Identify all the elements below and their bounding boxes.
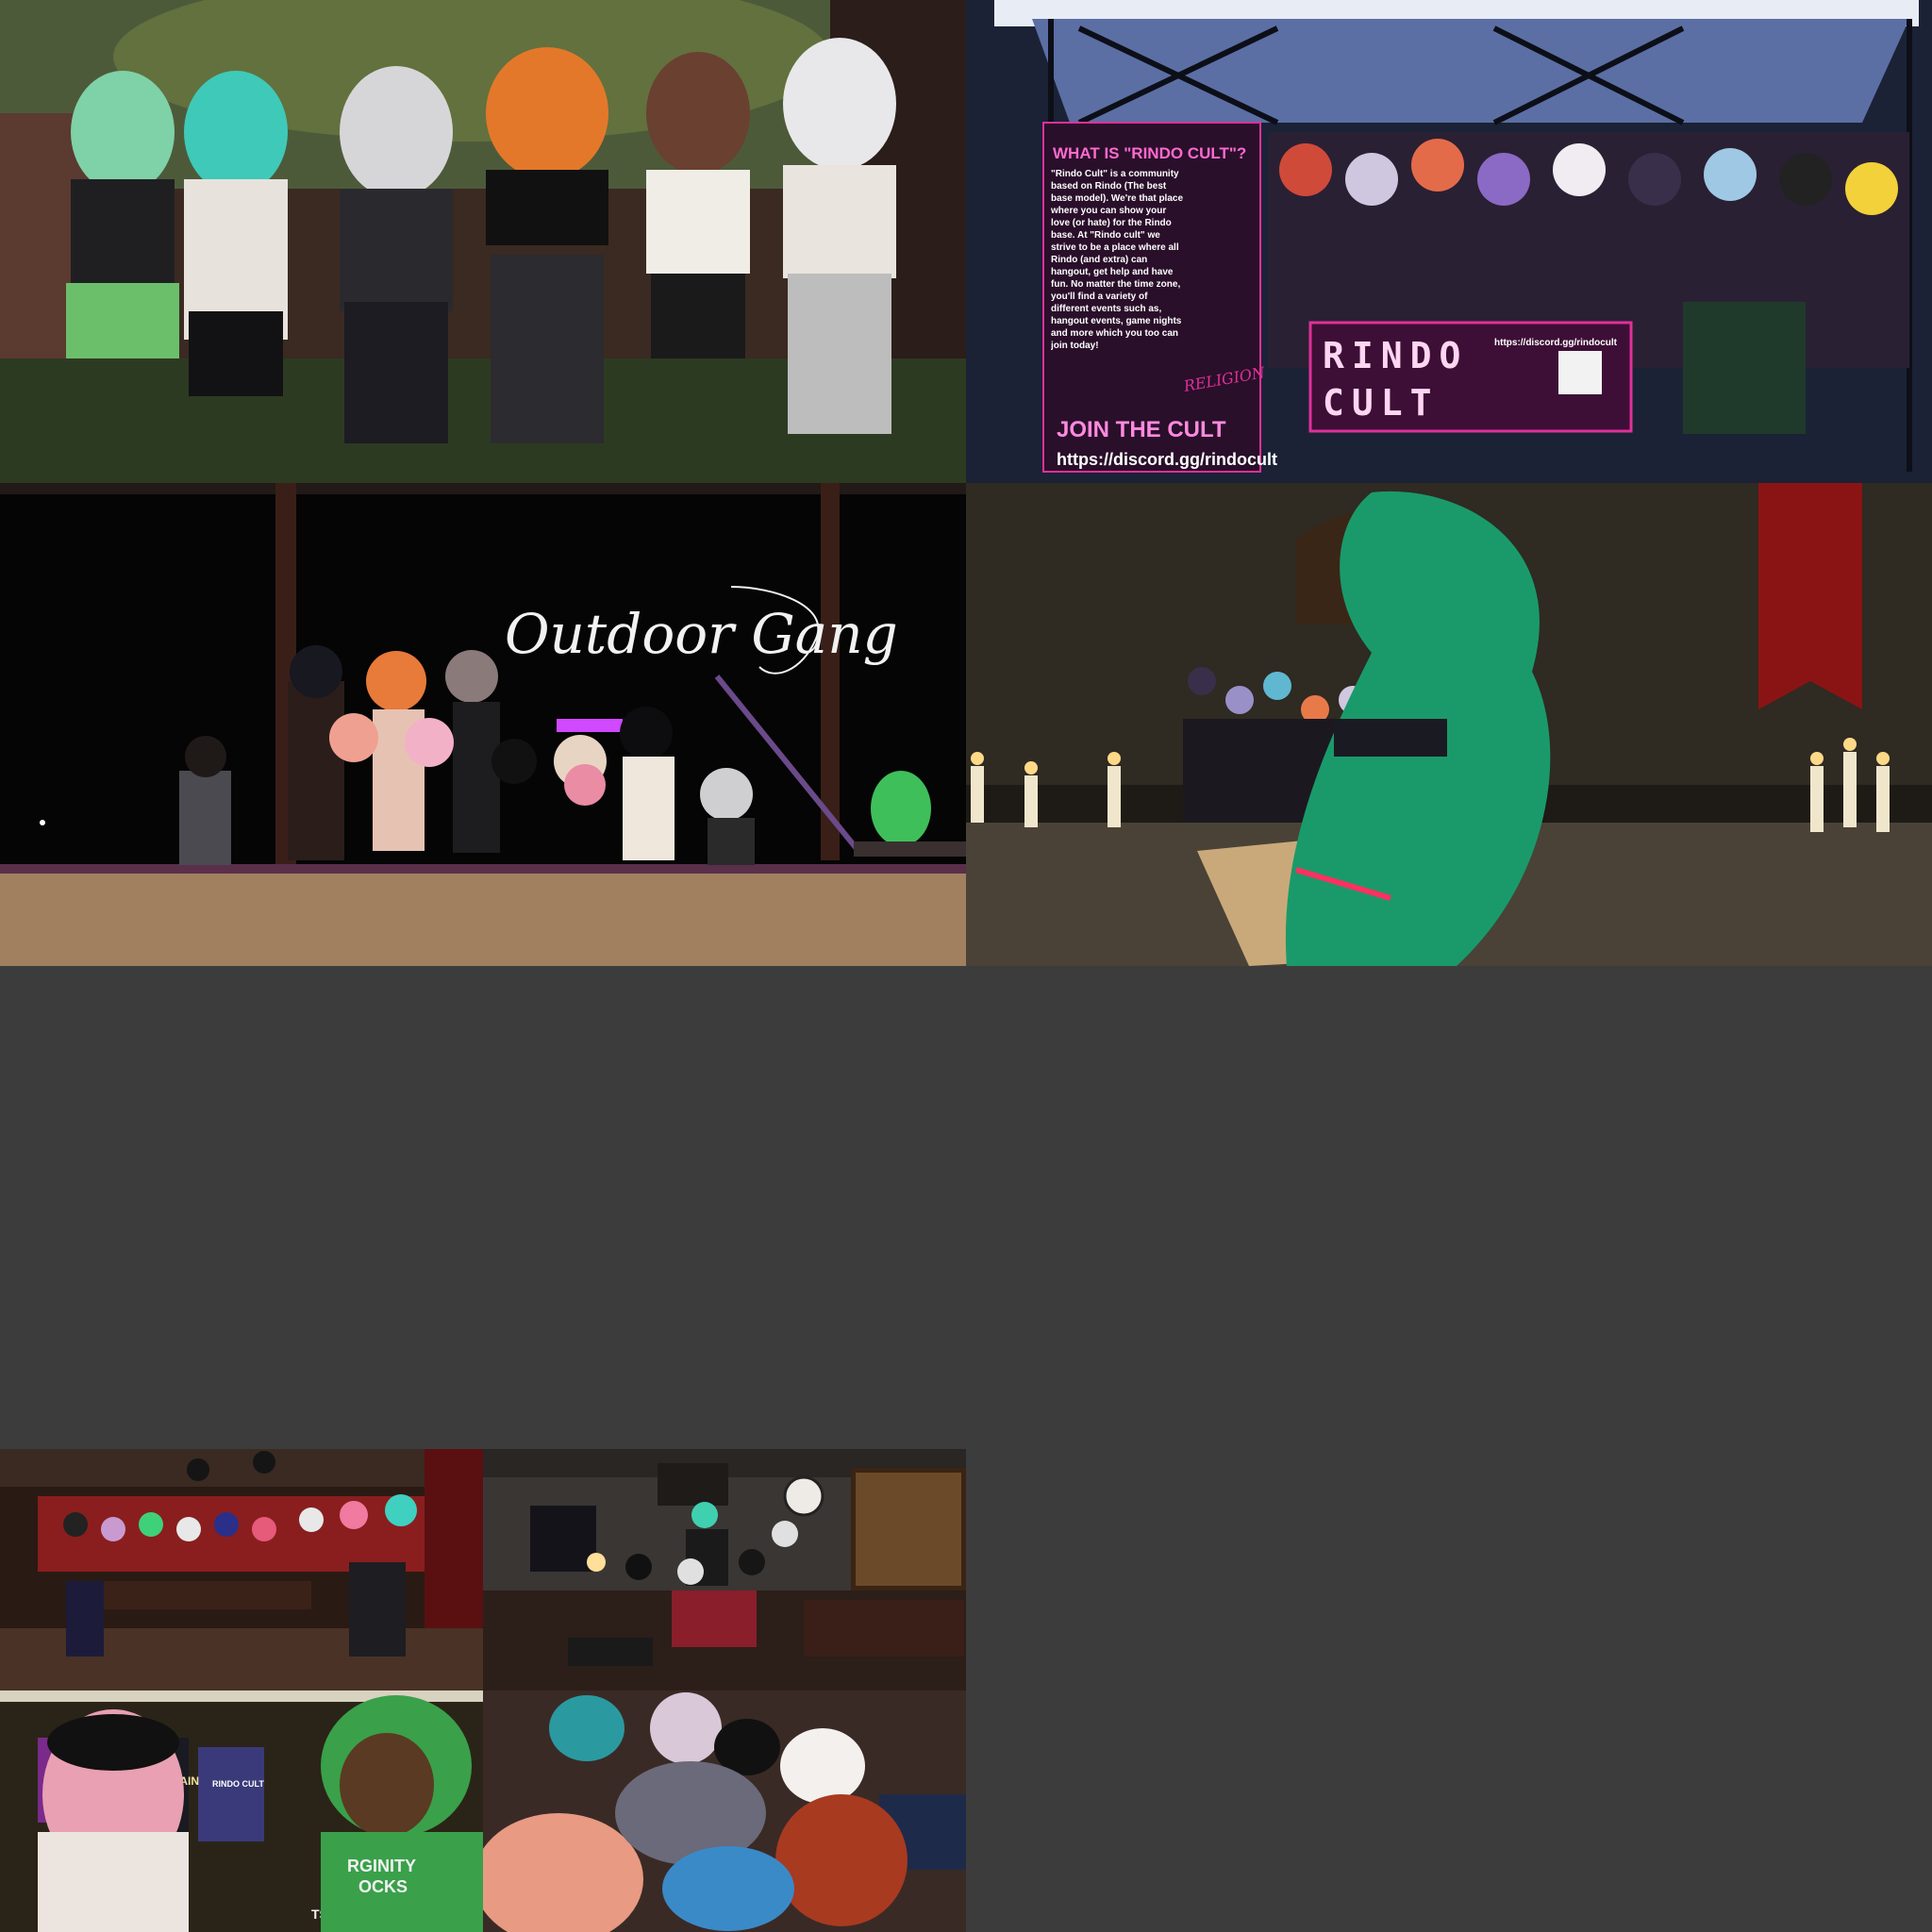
photo-candle-hall [966, 483, 1932, 966]
banner-body: "Rindo Cult" is a community based on Rin… [1051, 169, 1183, 351]
poster-rindo-cult: RINDO CULT [212, 1779, 264, 1789]
photo-poster-room: BARGAIN RINDO CULT TSUCH RGINITY OCKS [0, 1690, 483, 1932]
wall-art-antlers [530, 1506, 596, 1572]
qr-code [1558, 351, 1602, 394]
wall-clock [783, 1475, 824, 1517]
photo-rindo-cult-booth: WHAT IS "RINDO CULT"? "Rindo Cult" is a … [966, 0, 1932, 483]
chalk-outdoor-gang: Outdoor Gang [505, 602, 898, 666]
photo-backyard-group [0, 0, 966, 483]
shirt-text-line2: OCKS [358, 1877, 408, 1896]
photo-living-room [483, 1449, 966, 1690]
booth-scene: WHAT IS "RINDO CULT"? "Rindo Cult" is a … [966, 0, 1932, 483]
photo-outdoor-gang: Outdoor Gang [0, 483, 966, 966]
cuddle-scene [483, 1690, 966, 1932]
banner-join: JOIN THE CULT [1057, 417, 1226, 442]
banner-heading: WHAT IS "RINDO CULT"? [1053, 144, 1246, 162]
table-cult: CULT [1323, 382, 1440, 424]
backyard-scene [0, 0, 966, 483]
shirt-text-line1: RGINITY [347, 1857, 416, 1875]
lounge-scene [0, 1449, 483, 1690]
poster-room-scene: BARGAIN RINDO CULT TSUCH RGINITY OCKS [0, 1690, 483, 1932]
neon-visor [557, 719, 623, 732]
photo-booth-lounge [0, 1449, 483, 1690]
camp-chair [1683, 302, 1806, 434]
table-rindo: RINDO [1323, 335, 1468, 376]
living-room-scene [483, 1449, 966, 1690]
table-url: https://discord.gg/rindocult [1494, 338, 1618, 348]
photo-cuddle-pile [483, 1690, 966, 1932]
red-banner [1758, 483, 1862, 681]
chalkboard-scene: Outdoor Gang [0, 483, 966, 966]
hall-scene [966, 483, 1932, 966]
green-plush [871, 771, 931, 846]
banner-url: https://discord.gg/rindocult [1057, 450, 1277, 469]
